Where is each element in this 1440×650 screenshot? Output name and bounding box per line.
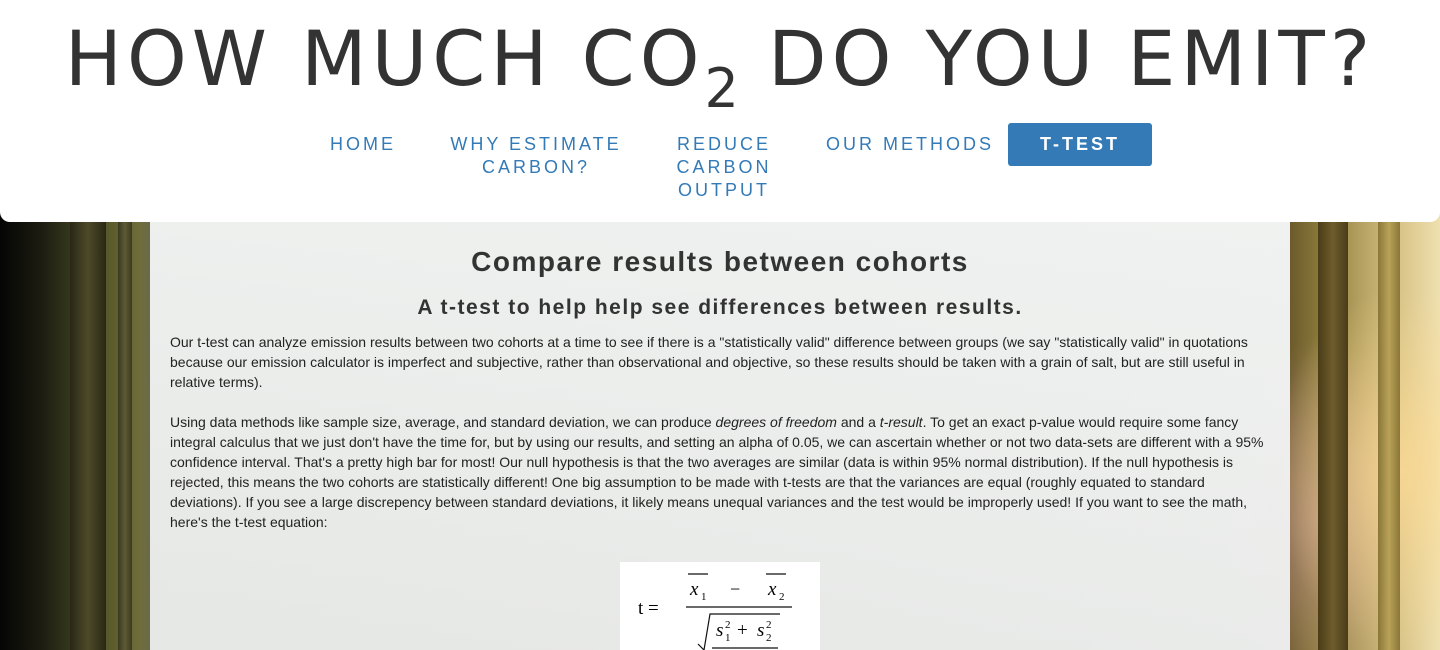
s2-subscript: 2 [766,632,772,644]
plus-sign: + [737,620,748,641]
x2-symbol: x [767,579,777,600]
t-test-equation: t = x 1 − x 2 s 1 2 + s 2 2 [638,573,792,650]
methods-text: Using data methods like sample size, ave… [170,414,716,430]
nav-why-estimate-carbon[interactable]: WHY ESTIMATE CARBON? [450,123,622,189]
s2-superscript: 2 [766,619,772,631]
tree-trunk-right [1318,222,1348,650]
nav-t-test[interactable]: T-TEST [1008,123,1152,166]
page-heading: Compare results between cohorts [471,246,969,277]
content-panel: Compare results between cohorts A t-test… [150,222,1290,650]
tree-trunk-left [70,222,106,650]
nav-our-methods[interactable]: OUR METHODS [824,123,996,166]
s1-subscript: 1 [725,632,731,644]
equation-lhs: t = [638,598,659,619]
s1-symbol: s [716,620,723,641]
x1-symbol: x [689,579,699,600]
minus-sign: − [730,579,740,599]
site-title-subscript: 2 [704,57,739,120]
methods-text: . To get an exact p-value would require … [170,414,1264,530]
nav-home[interactable]: HOME [300,123,426,166]
methods-paragraph: Using data methods like sample size, ave… [170,412,1270,532]
t-result-term: t-result [879,414,923,430]
degrees-of-freedom-term: degrees of freedom [715,414,837,430]
methods-text: and a [836,414,880,430]
site-header: HOW MUCH CO2 DO YOU EMIT? HOME WHY ESTIM… [0,0,1440,222]
x2-subscript: 2 [779,591,785,603]
s1-superscript: 2 [725,619,731,631]
s2-symbol: s [757,620,764,641]
intro-paragraph: Our t-test can analyze emission results … [170,334,1248,390]
main-nav: HOME WHY ESTIMATE CARBON? REDUCE CARBON … [300,123,1200,223]
site-title-text: HOW MUCH CO [64,14,705,103]
tree-trunk-right-lit [1378,222,1400,650]
site-title-text-end: DO YOU EMIT? [738,14,1376,103]
x1-subscript: 1 [701,591,707,603]
t-test-equation-image: t = x 1 − x 2 s 1 2 + s 2 2 [620,562,820,650]
page-subheading: A t-test to help help see differences be… [417,296,1023,319]
tree-trunk-left-thin [118,222,132,650]
nav-reduce-carbon-output[interactable]: REDUCE CARBON OUTPUT [672,123,776,212]
site-title: HOW MUCH CO2 DO YOU EMIT? [0,14,1440,120]
